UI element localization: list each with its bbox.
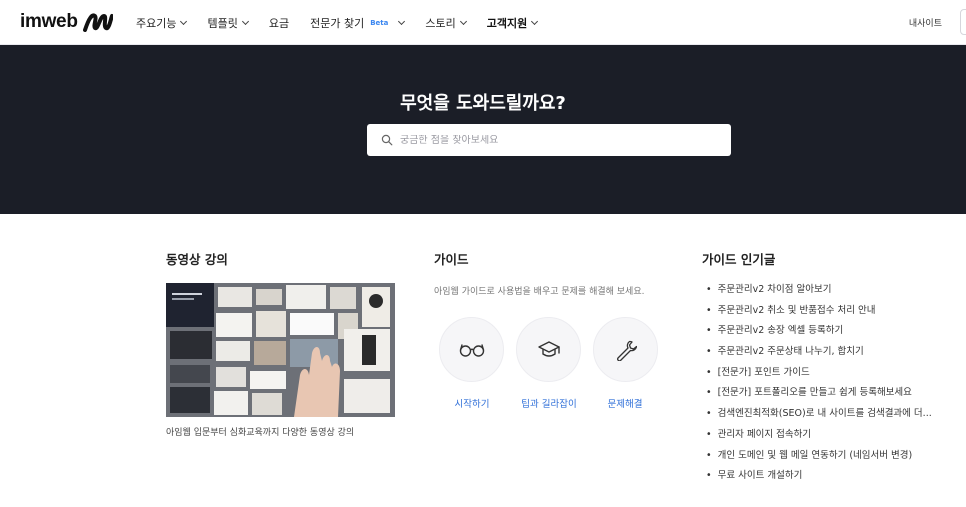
popular-item[interactable]: 주문관리v2 차이점 알아보기 [706, 283, 932, 304]
popular-item[interactable]: 개인 도메인 및 웹 메일 연동하기 (네임서버 변경) [706, 449, 932, 470]
hero-section: 무엇을 도와드릴까요? [0, 45, 966, 214]
main-nav: 주요기능 템플릿 요금 전문가 찾기 Beta 스토리 고객지원 [136, 0, 558, 45]
popular-item[interactable]: 주문관리v2 송장 엑셀 등록하기 [706, 324, 932, 345]
nav-label: 전문가 찾기 [310, 16, 365, 30]
popular-item[interactable]: 주문관리v2 취소 및 반품접수 처리 안내 [706, 304, 932, 325]
imweb-logo[interactable]: imweb [20, 9, 113, 35]
popular-section-title: 가이드 인기글 [702, 252, 776, 267]
my-site-link[interactable]: 내사이트 [909, 16, 942, 29]
hero-title: 무엇을 도와드릴까요? [400, 93, 566, 114]
graduation-cap-icon [537, 340, 560, 357]
popular-item[interactable]: 주문관리v2 주문상태 나누기, 합치기 [706, 345, 932, 366]
chevron-down-icon [459, 17, 467, 25]
video-caption: 아임웹 입문부터 심화교육까지 다양한 동영상 강의 [166, 428, 355, 438]
chevron-down-icon [241, 17, 249, 25]
guide-getting-started-button[interactable] [439, 317, 504, 382]
guide-tips-button[interactable] [516, 317, 581, 382]
nav-label: 주요기능 [136, 16, 177, 30]
nav-find-expert[interactable]: 전문가 찾기 Beta [310, 15, 406, 31]
wrench-icon [616, 340, 637, 361]
search-box[interactable] [367, 124, 731, 156]
chevron-down-icon [398, 17, 406, 25]
popular-item[interactable]: 관리자 페이지 접속하기 [706, 428, 932, 449]
search-input[interactable] [400, 134, 700, 146]
popular-item[interactable]: [전문가] 포인트 가이드 [706, 366, 932, 387]
chevron-down-icon [180, 17, 188, 25]
logo-text: imweb [20, 11, 78, 32]
nav-label: 고객지원 [486, 16, 528, 30]
nav-story[interactable]: 스토리 [425, 15, 467, 31]
popular-item[interactable]: [전문가] 포트폴리오를 만들고 쉽게 등록해보세요 [706, 386, 932, 407]
popular-item[interactable]: 검색엔진최적화(SEO)로 내 사이트를 검색결과에 더... [706, 407, 932, 428]
guide-description: 아임웹 가이드로 사용법을 배우고 문제를 해결해 보세요. [434, 287, 645, 297]
video-thumbnail[interactable] [166, 283, 395, 417]
popular-list: 주문관리v2 차이점 알아보기 주문관리v2 취소 및 반품접수 처리 안내 주… [706, 283, 932, 490]
nav-label: 요금 [268, 16, 290, 30]
nav-templates[interactable]: 템플릿 [207, 15, 249, 31]
beta-badge: Beta [370, 18, 389, 27]
header-cta-button[interactable] [960, 9, 966, 35]
video-thumbnail-image [166, 283, 395, 417]
glasses-icon [459, 343, 484, 357]
top-header: imweb 주요기능 템플릿 요금 전문가 찾기 Beta 스토리 고객지원 내… [0, 0, 966, 45]
video-section-title: 동영상 강의 [166, 252, 228, 267]
nav-features[interactable]: 주요기능 [136, 15, 188, 31]
guide-section-title: 가이드 [434, 252, 469, 267]
nav-label: 스토리 [425, 16, 456, 30]
search-icon [381, 134, 393, 146]
chevron-down-icon [531, 17, 539, 25]
logo-mark-icon [82, 13, 113, 32]
nav-pricing[interactable]: 요금 [269, 15, 289, 31]
popular-item[interactable]: 무료 사이트 개설하기 [706, 469, 932, 490]
guide-troubleshoot-button[interactable] [593, 317, 658, 382]
nav-support[interactable]: 고객지원 [486, 15, 539, 31]
guide-troubleshoot-label[interactable]: 문제해결 [580, 396, 670, 410]
nav-label: 템플릿 [207, 16, 238, 30]
